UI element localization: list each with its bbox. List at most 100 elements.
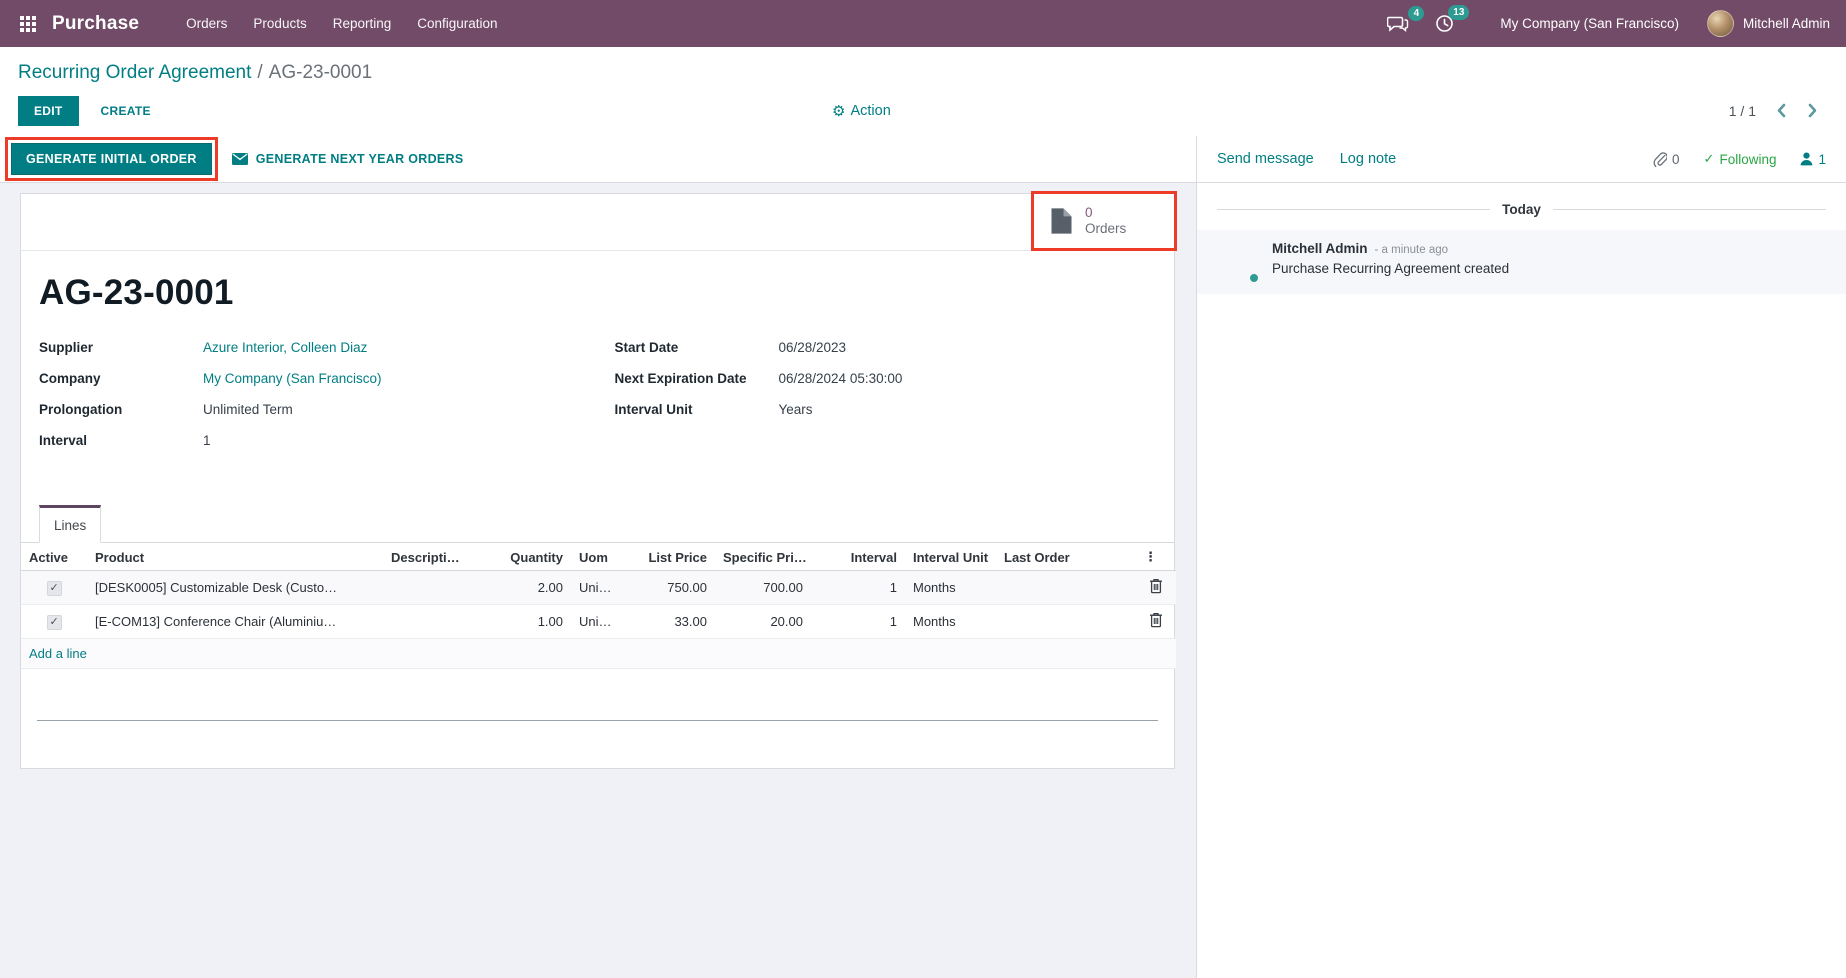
followers-button[interactable]: 1 [1800, 152, 1826, 167]
chatter-message[interactable]: Mitchell Admin - a minute ago Purchase R… [1197, 230, 1846, 294]
field-grid: Supplier Azure Interior, Colleen Diaz Co… [39, 340, 1156, 464]
interval-value: 1 [203, 433, 211, 448]
header-uom[interactable]: Uom [571, 543, 623, 571]
generate-next-year-orders-button[interactable]: GENERATE NEXT YEAR ORDERS [232, 152, 464, 166]
cell-quantity[interactable]: 2.00 [463, 571, 571, 605]
cell-last-order[interactable] [996, 605, 1136, 639]
page: Purchase Orders Products Reporting Confi… [0, 0, 1846, 978]
paperclip-icon [1653, 152, 1667, 167]
messages-button[interactable]: 4 [1381, 11, 1415, 37]
generate-initial-order-button[interactable]: GENERATE INITIAL ORDER [11, 143, 212, 175]
field-supplier: Supplier Azure Interior, Colleen Diaz [39, 340, 598, 371]
button-box: 0 Orders [21, 194, 1174, 251]
active-checkbox[interactable] [47, 581, 62, 596]
header-list-price[interactable]: List Price [623, 543, 715, 571]
menu-orders[interactable]: Orders [173, 10, 240, 37]
interval-unit-value: Years [779, 402, 813, 417]
company-switcher[interactable]: My Company (San Francisco) [1500, 16, 1679, 31]
tab-lines[interactable]: Lines [39, 505, 101, 543]
pager-previous-button[interactable] [1774, 101, 1788, 120]
company-link[interactable]: My Company (San Francisco) [203, 371, 382, 386]
create-button[interactable]: CREATE [87, 97, 165, 125]
message-header: Mitchell Admin - a minute ago [1272, 241, 1509, 256]
user-avatar[interactable] [1707, 10, 1734, 37]
cell-uom[interactable]: Uni… [571, 605, 623, 639]
orders-stat-button[interactable]: 0 Orders [1031, 191, 1177, 251]
attachments-button[interactable]: 0 [1653, 152, 1680, 167]
message-author[interactable]: Mitchell Admin [1272, 241, 1368, 256]
supplier-link[interactable]: Azure Interior, Colleen Diaz [203, 340, 367, 355]
menu-configuration[interactable]: Configuration [404, 10, 510, 37]
header-interval-unit[interactable]: Interval Unit [905, 543, 996, 571]
header-interval[interactable]: Interval [811, 543, 905, 571]
navbar-left: Purchase Orders Products Reporting Confi… [14, 10, 511, 38]
follower-count: 1 [1818, 152, 1826, 167]
cell-description[interactable] [383, 605, 463, 639]
log-note-button[interactable]: Log note [1340, 151, 1396, 167]
activities-button[interactable]: 13 [1429, 10, 1460, 37]
table-header-row: Active Product Descripti… Quantity Uom L… [21, 543, 1176, 571]
header-description[interactable]: Descripti… [383, 543, 463, 571]
header-specific-price[interactable]: Specific Pri… [715, 543, 811, 571]
add-a-line-link[interactable]: Add a line [29, 646, 87, 661]
cell-quantity[interactable]: 1.00 [463, 605, 571, 639]
chatter-toolbar: Send message Log note 0 Following [1197, 136, 1846, 183]
user-menu[interactable]: Mitchell Admin [1743, 16, 1830, 31]
delete-row-button[interactable] [1149, 578, 1163, 594]
header-product[interactable]: Product [87, 543, 383, 571]
delete-row-button[interactable] [1149, 612, 1163, 628]
breadcrumb: Recurring Order Agreement / AG-23-0001 [18, 60, 1830, 86]
field-label: Interval [39, 433, 203, 448]
table-row[interactable]: [E-COM13] Conference Chair (Aluminiu… 1.… [21, 605, 1176, 639]
message-timestamp: - a minute ago [1375, 244, 1449, 256]
statusbar: GENERATE INITIAL ORDER GENERATE NEXT YEA… [0, 136, 1196, 183]
cell-interval[interactable]: 1 [811, 571, 905, 605]
next-expiration-date-value: 06/28/2024 05:30:00 [779, 371, 903, 386]
cell-specific-price[interactable]: 700.00 [715, 571, 811, 605]
header-last-order[interactable]: Last Order [996, 543, 1136, 571]
menu-reporting[interactable]: Reporting [320, 10, 405, 37]
breadcrumb-current: AG-23-0001 [269, 62, 373, 83]
record-title: AG-23-0001 [39, 273, 1174, 313]
cell-interval[interactable]: 1 [811, 605, 905, 639]
cell-product[interactable]: [DESK0005] Customizable Desk (Custo… [87, 571, 383, 605]
table-row[interactable]: [DESK0005] Customizable Desk (Custo… 2.0… [21, 571, 1176, 605]
active-checkbox[interactable] [47, 615, 62, 630]
form-sheet: 0 Orders AG-23-0001 Supplier Azure Inter… [20, 193, 1175, 769]
document-icon [1050, 207, 1073, 235]
header-active[interactable]: Active [21, 543, 87, 571]
orders-count: 0 [1085, 205, 1126, 221]
cell-last-order[interactable] [996, 571, 1136, 605]
send-message-button[interactable]: Send message [1217, 151, 1314, 167]
header-quantity[interactable]: Quantity [463, 543, 571, 571]
following-button[interactable]: Following [1704, 151, 1777, 167]
action-menu-button[interactable]: Action [832, 102, 891, 120]
person-icon [1800, 152, 1813, 166]
pager: 1 / 1 [1729, 101, 1830, 120]
field-label: Supplier [39, 340, 203, 355]
date-divider-label: Today [1502, 202, 1541, 217]
edit-button[interactable]: EDIT [18, 96, 79, 126]
cell-description[interactable] [383, 571, 463, 605]
pager-next-button[interactable] [1806, 101, 1820, 120]
generate-next-year-orders-label: GENERATE NEXT YEAR ORDERS [256, 152, 464, 166]
breadcrumb-parent-link[interactable]: Recurring Order Agreement [18, 62, 251, 83]
field-interval: Interval 1 [39, 433, 598, 464]
app-brand[interactable]: Purchase [52, 13, 139, 35]
navbar-right: 4 13 My Company (San Francisco) Mitchell… [1381, 10, 1830, 37]
cell-interval-unit[interactable]: Months [905, 571, 996, 605]
cell-product[interactable]: [E-COM13] Conference Chair (Aluminiu… [87, 605, 383, 639]
cell-uom[interactable]: Uni… [571, 571, 623, 605]
divider-line [1553, 209, 1826, 210]
optional-columns-button[interactable] [1136, 543, 1176, 571]
cell-list-price[interactable]: 33.00 [623, 605, 715, 639]
breadcrumb-separator: / [257, 62, 262, 83]
apps-menu-icon[interactable] [14, 10, 42, 38]
cell-list-price[interactable]: 750.00 [623, 571, 715, 605]
cell-interval-unit[interactable]: Months [905, 605, 996, 639]
messages-badge: 4 [1408, 6, 1424, 21]
prolongation-value: Unlimited Term [203, 402, 293, 417]
menu-products[interactable]: Products [240, 10, 319, 37]
cell-specific-price[interactable]: 20.00 [715, 605, 811, 639]
add-line-row: Add a line [21, 639, 1176, 669]
